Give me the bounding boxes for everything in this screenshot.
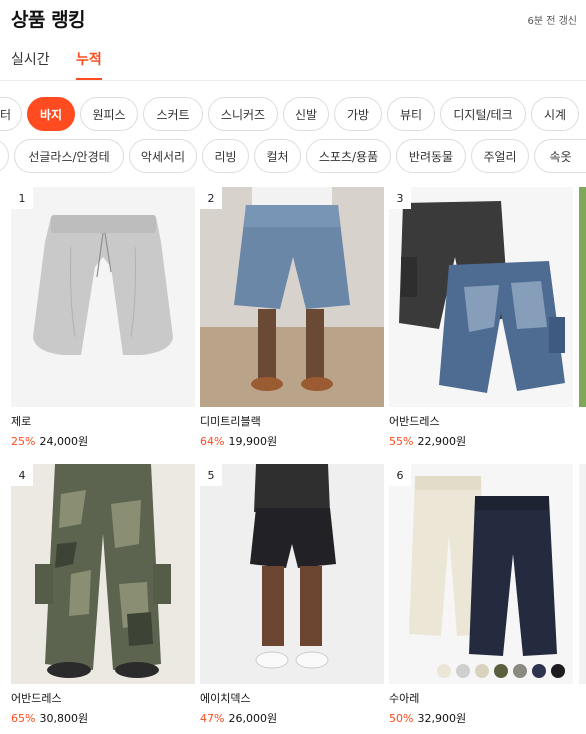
product-name: 제로	[11, 415, 32, 428]
discount-rate: 55%	[389, 435, 414, 448]
category-chip-partial[interactable]: 터	[0, 97, 22, 131]
color-swatch[interactable]	[551, 664, 565, 678]
price: 32,900원	[417, 712, 467, 725]
product-image-partial	[579, 464, 586, 684]
discount-rate: 64%	[200, 435, 225, 448]
discount-rate: 47%	[200, 712, 225, 725]
category-chip-sneakers[interactable]: 스니커즈	[208, 97, 278, 131]
rank-badge: 1	[11, 187, 33, 209]
page-title: 상품 랭킹	[11, 9, 86, 31]
category-chip-accessory[interactable]: 악세서리	[129, 139, 197, 173]
product-price-row: 47% 26,000원	[200, 710, 384, 726]
category-chip-glasses[interactable]: 선글라스/안경테	[14, 139, 124, 173]
price: 30,800원	[39, 712, 89, 725]
camo-pants-image	[11, 464, 195, 684]
product-price-row: 55% 22,900원	[389, 433, 573, 449]
product-price-row: 65% 30,800원	[11, 710, 195, 726]
category-chip-bag[interactable]: 가방	[334, 97, 382, 131]
product-price-row: 64% 19,900원	[200, 433, 384, 449]
category-chip-skirt[interactable]: 스커트	[143, 97, 203, 131]
cargo-denim-shorts-image	[389, 187, 573, 407]
color-swatch[interactable]	[456, 664, 470, 678]
category-chip-shoes[interactable]: 신발	[283, 97, 329, 131]
product-image-partial	[579, 187, 586, 407]
color-swatch[interactable]	[513, 664, 527, 678]
rank-badge: 4	[11, 464, 33, 486]
price: 19,900원	[228, 435, 278, 448]
discount-rate: 25%	[11, 435, 36, 448]
category-chip-pets[interactable]: 반려동물	[396, 139, 466, 173]
product-card-partial[interactable]	[579, 464, 586, 714]
color-swatch[interactable]	[475, 664, 489, 678]
price: 26,000원	[228, 712, 278, 725]
product-name: 수아레	[389, 692, 420, 705]
category-chip-pants[interactable]: 바지	[27, 97, 75, 131]
product-name: 에이치덱스	[200, 692, 251, 705]
product-name: 어반드레스	[11, 692, 62, 705]
product-card[interactable]: 2 디미트리블랙 64% 19,900원	[200, 187, 384, 449]
category-chip-sports[interactable]: 스포츠/용품	[306, 139, 391, 173]
color-swatches	[437, 664, 565, 678]
product-price-row: 50% 32,900원	[389, 710, 573, 726]
category-chip-underwear[interactable]: 속옷	[534, 139, 586, 173]
product-name: 어반드레스	[389, 415, 440, 428]
discount-rate: 50%	[389, 712, 414, 725]
product-image[interactable]: 3	[389, 187, 573, 407]
category-chip-living[interactable]: 리빙	[202, 139, 249, 173]
product-card-partial[interactable]	[579, 187, 586, 437]
product-image[interactable]: 2	[200, 187, 384, 407]
product-image[interactable]: 1	[11, 187, 195, 407]
category-chip-digital[interactable]: 디지털/테크	[440, 97, 526, 131]
rank-badge: 2	[200, 187, 222, 209]
updated-time: 6분 전 갱신	[527, 16, 577, 27]
product-card[interactable]: 5 에이치덱스 47% 26,000원	[200, 464, 384, 726]
category-chip-watch[interactable]: 시계	[531, 97, 579, 131]
denim-shorts-image	[200, 187, 384, 407]
rank-badge: 5	[200, 464, 222, 486]
color-swatch[interactable]	[437, 664, 451, 678]
product-price-row: 25% 24,000원	[11, 433, 195, 449]
header: 상품 랭킹 6분 전 갱신	[0, 0, 586, 36]
rank-badge: 6	[389, 464, 411, 486]
category-row-2: 선글라스/안경테 악세서리 리빙 컬처 스포츠/용품 반려동물 주얼리 속옷	[0, 139, 586, 173]
color-swatch[interactable]	[532, 664, 546, 678]
tab-cumulative[interactable]: 누적	[76, 49, 102, 80]
price: 24,000원	[39, 435, 89, 448]
rank-badge: 3	[389, 187, 411, 209]
category-chip-beauty[interactable]: 뷰티	[387, 97, 435, 131]
black-shorts-image	[200, 464, 384, 684]
product-image[interactable]: 5	[200, 464, 384, 684]
product-name: 디미트리블랙	[200, 415, 261, 428]
product-image[interactable]: 4	[11, 464, 195, 684]
category-row-1: 터 바지 원피스 스커트 스니커즈 신발 가방 뷰티 디지털/테크 시계	[0, 97, 586, 131]
price: 22,900원	[417, 435, 467, 448]
product-card[interactable]: 1 제로 25% 24,000원	[11, 187, 195, 449]
discount-rate: 65%	[11, 712, 36, 725]
category-chip-onepiece[interactable]: 원피스	[80, 97, 138, 131]
grey-shorts-image	[11, 187, 195, 407]
product-card[interactable]: 4 어반드레스 65% 30,800원	[11, 464, 195, 726]
product-card[interactable]: 6 수아레 50% 32,900원	[389, 464, 573, 726]
product-card[interactable]: 3 어반드레스 55% 22,900원	[389, 187, 573, 449]
category-chip-jewelry[interactable]: 주얼리	[471, 139, 529, 173]
tab-realtime[interactable]: 실시간	[11, 49, 50, 78]
product-image[interactable]: 6	[389, 464, 573, 684]
color-swatch[interactable]	[494, 664, 508, 678]
category-chip-culture[interactable]: 컬처	[254, 139, 301, 173]
category-chip-partial-2[interactable]	[0, 139, 9, 173]
wide-pants-image	[389, 464, 573, 684]
tab-bar: 실시간 누적	[0, 44, 586, 81]
